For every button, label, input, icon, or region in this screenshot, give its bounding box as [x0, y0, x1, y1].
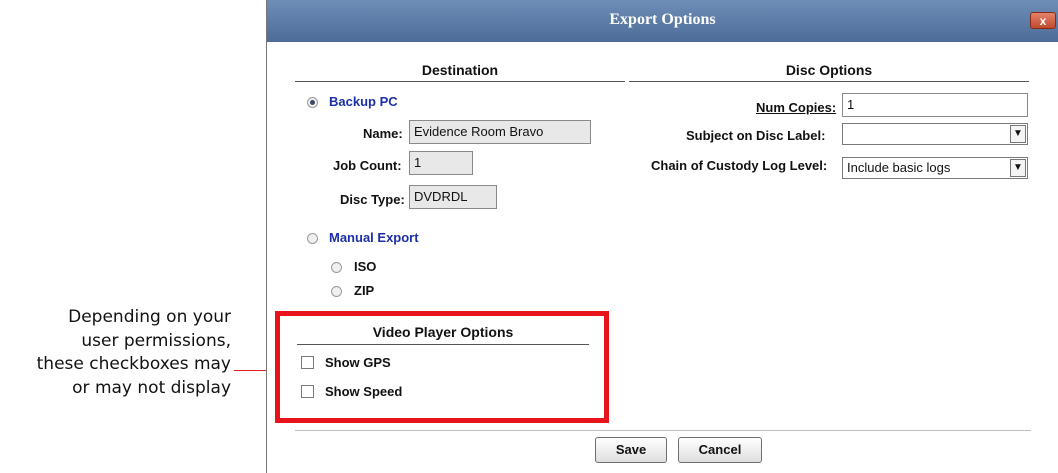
zip-label: ZIP: [354, 283, 375, 298]
iso-radio[interactable]: [331, 262, 342, 273]
subject-label: Subject on Disc Label:: [686, 128, 826, 143]
custody-select[interactable]: Include basic logs ▼: [842, 157, 1028, 179]
iso-label: ISO: [354, 259, 377, 274]
backup-pc-label: Backup PC: [329, 94, 398, 109]
job-count-label: Job Count:: [333, 158, 402, 173]
save-button[interactable]: Save: [595, 437, 667, 463]
callout-line: or may not display: [72, 377, 231, 398]
destination-heading: Destination: [421, 62, 499, 78]
name-field[interactable]: Evidence Room Bravo: [409, 120, 591, 144]
subject-select[interactable]: ▼: [842, 123, 1028, 145]
num-copies-field[interactable]: 1: [842, 93, 1028, 117]
job-count-field[interactable]: 1: [409, 151, 473, 175]
dialog-title: Export Options: [609, 11, 716, 28]
zip-radio[interactable]: [331, 286, 342, 297]
cancel-button[interactable]: Cancel: [678, 437, 762, 463]
manual-export-radio[interactable]: [307, 233, 318, 244]
footer-divider: [295, 430, 1031, 431]
highlight-box: [275, 311, 609, 423]
callout-line: Depending on your: [68, 307, 231, 327]
close-button[interactable]: x: [1030, 12, 1056, 29]
disc-options-divider: [629, 81, 1029, 82]
export-options-dialog: Export Options x Destination Backup PC N…: [266, 0, 1058, 473]
chevron-down-icon[interactable]: ▼: [1010, 125, 1026, 143]
custody-label: Chain of Custody Log Level:: [651, 158, 828, 173]
callout-text: Depending on your user permissions, thes…: [0, 306, 231, 400]
custody-select-value: Include basic logs: [847, 160, 951, 175]
disc-type-field[interactable]: DVDRDL: [409, 185, 497, 209]
disc-options-heading: Disc Options: [785, 62, 873, 78]
backup-pc-radio[interactable]: [307, 97, 318, 108]
callout-line: user permissions,: [81, 330, 231, 351]
destination-divider: [295, 81, 625, 82]
name-label: Name:: [363, 126, 403, 141]
disc-type-label: Disc Type:: [340, 192, 405, 207]
dialog-titlebar: Export Options x: [267, 0, 1058, 42]
callout-line: these checkboxes may: [36, 354, 231, 374]
num-copies-label: Num Copies:: [756, 100, 837, 115]
manual-export-label: Manual Export: [329, 230, 419, 245]
chevron-down-icon[interactable]: ▼: [1010, 159, 1026, 177]
